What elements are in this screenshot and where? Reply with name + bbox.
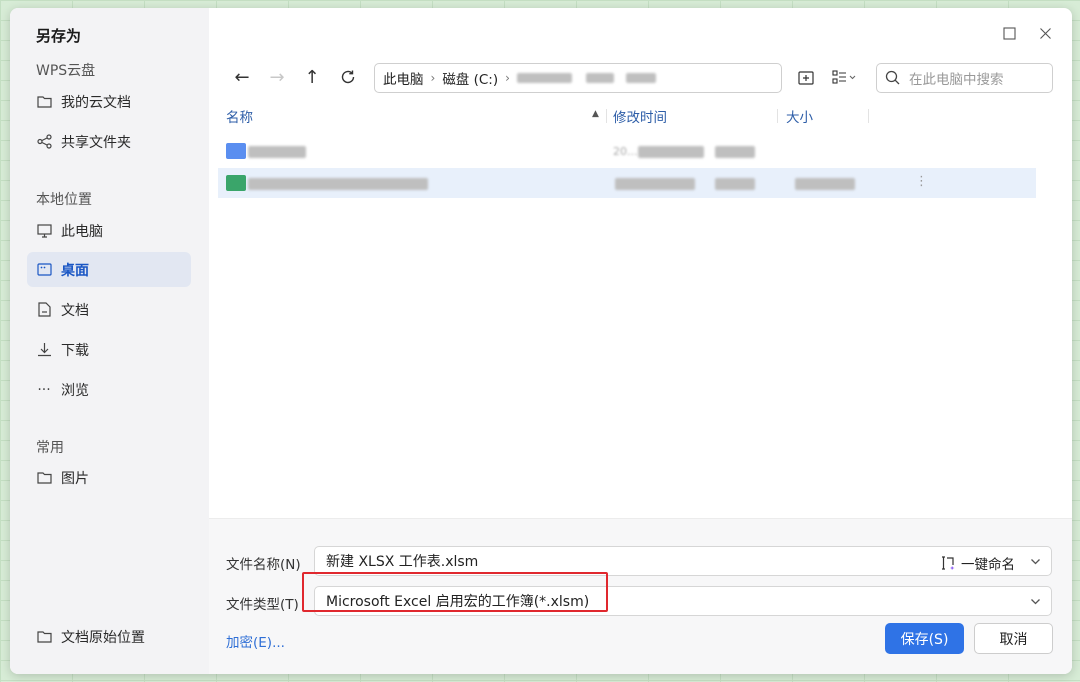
section-wps-cloud: WPS云盘 xyxy=(36,63,96,79)
desktop-icon xyxy=(36,262,52,278)
sidebar-item-label: 我的云文档 xyxy=(61,94,131,111)
blurred-file-size xyxy=(795,178,855,190)
close-icon xyxy=(1039,27,1051,39)
chevron-right-icon: › xyxy=(430,71,436,85)
dialog-title: 另存为 xyxy=(36,27,82,45)
blurred-modified-time xyxy=(715,146,755,158)
download-icon xyxy=(36,342,52,358)
column-divider[interactable] xyxy=(606,109,607,123)
search-input[interactable]: 在此电脑中搜索 xyxy=(876,63,1053,93)
sidebar-item-label: 文档 xyxy=(61,302,89,319)
new-folder-icon xyxy=(798,70,814,85)
annotation-highlight-box xyxy=(302,572,608,612)
filename-label: 文件名称(N) xyxy=(226,557,301,573)
blurred-file-name xyxy=(248,178,428,190)
auto-name-icon xyxy=(942,556,955,570)
column-header-modified[interactable]: 修改时间 xyxy=(613,106,667,126)
list-view-icon xyxy=(832,69,856,84)
maximize-icon xyxy=(1002,26,1016,40)
view-mode-button[interactable] xyxy=(827,64,863,90)
back-button[interactable]: ← xyxy=(229,64,255,90)
filename-value: 新建 XLSX 工作表.xlsm xyxy=(326,554,479,570)
search-icon xyxy=(885,70,900,85)
arrow-up-icon: ↑ xyxy=(304,66,320,88)
list-item-selected[interactable]: ⋮ xyxy=(218,168,1036,198)
sidebar-item-label: 文档原始位置 xyxy=(61,629,145,646)
blurred-modified-date xyxy=(615,178,695,190)
breadcrumb-this-pc[interactable]: 此电脑 xyxy=(383,68,424,88)
sort-ascending-icon: ▲ xyxy=(592,109,599,119)
arrow-right-icon: → xyxy=(269,66,285,88)
column-header-name[interactable]: 名称 xyxy=(226,106,253,126)
blurred-file-name xyxy=(248,146,306,158)
column-header-size[interactable]: 大小 xyxy=(786,106,813,126)
sidebar-item-label: 浏览 xyxy=(61,382,89,399)
address-bar[interactable]: 此电脑 › 磁盘 (C:) › xyxy=(374,63,782,93)
document-icon xyxy=(36,302,52,318)
more-options-icon[interactable]: ⋮ xyxy=(915,174,928,189)
auto-name-button[interactable]: 一键命名 xyxy=(940,553,1015,573)
list-item[interactable]: 20... xyxy=(218,138,1036,168)
sidebar-item-downloads[interactable]: 下载 xyxy=(27,332,191,367)
sidebar-item-label: 下载 xyxy=(61,342,89,359)
folder-icon xyxy=(36,470,52,486)
search-placeholder: 在此电脑中搜索 xyxy=(909,72,1004,88)
sidebar-item-this-pc[interactable]: 此电脑 xyxy=(27,213,191,248)
blurred-path-segment xyxy=(516,73,572,83)
folder-icon xyxy=(226,143,246,159)
sidebar-item-desktop[interactable]: 桌面 xyxy=(27,252,191,287)
auto-name-label: 一键命名 xyxy=(961,557,1015,573)
modified-date-partial: 20... xyxy=(613,145,638,158)
close-button[interactable] xyxy=(1035,23,1055,43)
blurred-path-segment xyxy=(585,73,614,83)
chevron-right-icon: › xyxy=(505,71,510,85)
save-as-dialog: 另存为 WPS云盘 我的云文档 共享文件夹 本地位置 此电脑 桌面 文档 下载 … xyxy=(10,8,1072,674)
more-icon: ··· xyxy=(37,381,51,398)
sidebar-item-label: 图片 xyxy=(61,470,89,487)
sidebar-item-label: 桌面 xyxy=(61,262,89,279)
share-icon xyxy=(36,134,52,150)
folder-icon xyxy=(36,94,52,110)
spreadsheet-file-icon xyxy=(226,175,246,191)
filetype-label: 文件类型(T) xyxy=(226,597,299,613)
arrow-left-icon: ← xyxy=(234,66,250,88)
sidebar: 另存为 WPS云盘 我的云文档 共享文件夹 本地位置 此电脑 桌面 文档 下载 … xyxy=(10,8,209,674)
sidebar-item-browse[interactable]: ··· 浏览 xyxy=(27,372,191,407)
chevron-down-icon[interactable] xyxy=(1030,555,1041,571)
blurred-path-segment xyxy=(625,73,656,83)
sidebar-item-pictures[interactable]: 图片 xyxy=(27,460,191,495)
section-local: 本地位置 xyxy=(36,192,92,208)
maximize-button[interactable] xyxy=(999,23,1019,43)
encrypt-link[interactable]: 加密(E)... xyxy=(226,631,285,651)
section-common: 常用 xyxy=(36,440,64,456)
up-button[interactable]: ↑ xyxy=(299,64,325,90)
refresh-icon xyxy=(341,70,355,84)
refresh-button[interactable] xyxy=(335,64,361,90)
sidebar-item-shared-folder[interactable]: 共享文件夹 xyxy=(27,124,191,159)
chevron-down-icon[interactable] xyxy=(1030,595,1041,611)
blurred-modified-time xyxy=(715,178,755,190)
column-divider[interactable] xyxy=(777,109,778,123)
sidebar-item-label: 共享文件夹 xyxy=(61,134,131,151)
breadcrumb-disk-c[interactable]: 磁盘 (C:) xyxy=(442,68,498,88)
sidebar-item-label: 此电脑 xyxy=(61,223,103,240)
forward-button[interactable]: → xyxy=(264,64,290,90)
blurred-modified-date xyxy=(638,146,704,158)
new-folder-button[interactable] xyxy=(793,64,819,90)
folder-icon xyxy=(36,629,52,645)
sidebar-item-original-location[interactable]: 文档原始位置 xyxy=(27,619,191,654)
column-divider[interactable] xyxy=(868,109,869,123)
sidebar-item-documents[interactable]: 文档 xyxy=(27,292,191,327)
sidebar-item-my-cloud-docs[interactable]: 我的云文档 xyxy=(27,84,191,119)
cancel-button[interactable]: 取消 xyxy=(974,623,1053,654)
save-button[interactable]: 保存(S) xyxy=(885,623,964,654)
monitor-icon xyxy=(36,223,52,239)
